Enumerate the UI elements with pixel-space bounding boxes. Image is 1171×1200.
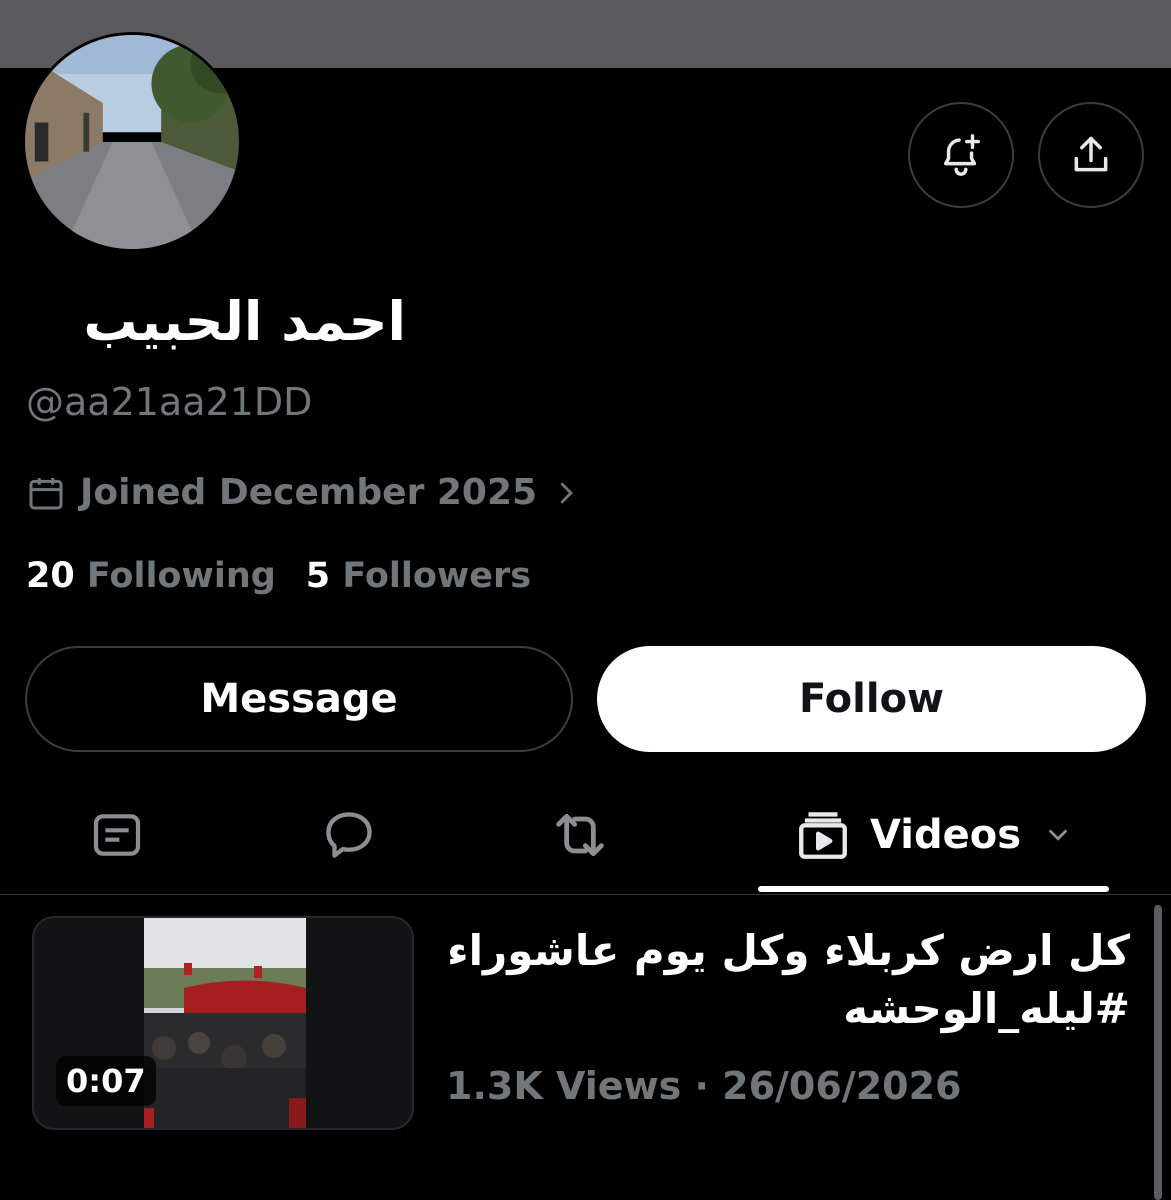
video-duration: 0:07: [56, 1056, 156, 1106]
reposts-icon: [556, 813, 604, 857]
video-thumbnail[interactable]: 0:07: [32, 916, 414, 1130]
active-tab-indicator: [758, 886, 1109, 892]
post-text-line-1: كل ارض كربلاء وكل يوم عاشوراء: [447, 926, 1130, 975]
avatar[interactable]: [22, 32, 242, 252]
replies-icon: [326, 812, 372, 858]
video-icon: [799, 812, 847, 859]
chevron-down-icon: [1049, 829, 1067, 841]
post-text[interactable]: كل ارض كربلاء وكل يوم عاشوراء #ليله_الوح…: [440, 922, 1130, 1038]
post-meta: 1.3K Views · 26/06/2026: [446, 1064, 961, 1108]
following-count: 20: [26, 556, 75, 596]
share-icon: [1074, 136, 1108, 172]
post-views: 1.3K Views: [446, 1064, 682, 1108]
tab-posts[interactable]: [62, 790, 172, 880]
post-date: 26/06/2026: [722, 1064, 962, 1108]
followers-count: 5: [305, 556, 331, 596]
display-name: احمد الحبيب: [83, 290, 406, 353]
followers-link[interactable]: 5 Followers: [306, 556, 531, 596]
notify-button[interactable]: [908, 102, 1014, 208]
meta-separator: ·: [694, 1064, 709, 1108]
joined-date[interactable]: Joined December 2025: [26, 472, 581, 513]
tab-replies[interactable]: [294, 790, 404, 880]
follow-stats: 20 Following 5 Followers: [26, 556, 531, 596]
tab-videos-label: Videos: [869, 812, 1021, 858]
scrollbar[interactable]: [1154, 905, 1162, 1200]
profile-tabs: Videos: [0, 790, 1171, 895]
chevron-right-icon: [560, 482, 574, 503]
posts-icon: [93, 814, 141, 856]
post-hashtag[interactable]: #ليله_الوحشه: [440, 980, 1130, 1038]
joined-label: Joined December 2025: [80, 472, 538, 513]
video-thumbnail-image: [144, 918, 306, 1128]
share-button[interactable]: [1038, 102, 1144, 208]
tab-reposts[interactable]: [525, 790, 635, 880]
tab-videos[interactable]: Videos: [758, 790, 1109, 880]
follow-button[interactable]: Follow: [597, 646, 1146, 752]
calendar-icon: [29, 477, 63, 509]
following-link[interactable]: 20 Following: [26, 556, 276, 596]
username-handle: @aa21aa21DD: [26, 380, 313, 424]
following-label: Following: [86, 556, 276, 596]
avatar-street-image: [25, 35, 239, 249]
bell-plus-icon: [943, 134, 980, 176]
message-button[interactable]: Message: [25, 646, 573, 752]
followers-label: Followers: [342, 556, 532, 596]
